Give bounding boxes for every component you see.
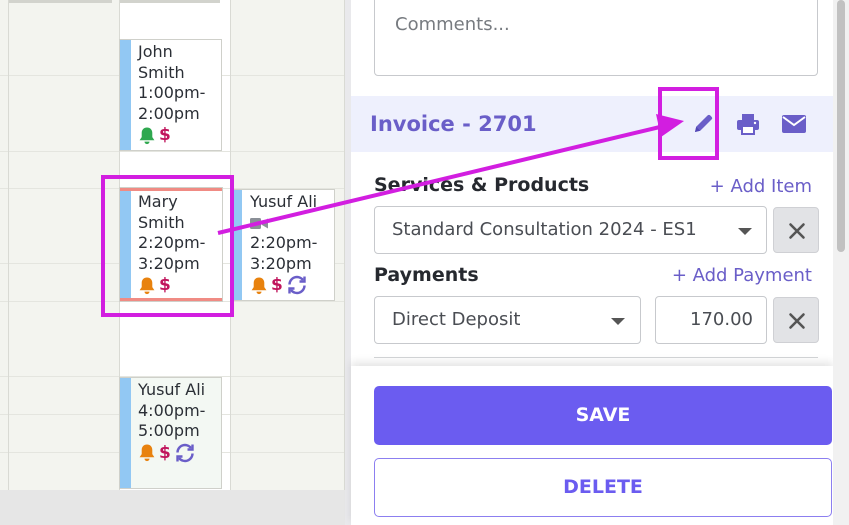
video-icon [250, 217, 268, 229]
close-icon [789, 313, 805, 329]
highlight-box-event [101, 175, 234, 317]
event-start-time: 2:20pm- [250, 233, 318, 252]
appointment-detail-panel: Comments... Invoice - 2701 Services & Pr… [345, 0, 849, 525]
calendar-event-john-smith[interactable]: John Smith 1:00pm- 2:00pm $ [119, 39, 222, 151]
chevron-down-icon [611, 318, 625, 325]
save-button[interactable]: SAVE [374, 386, 832, 445]
payment-method-value: Direct Deposit [392, 309, 521, 330]
event-name-last: Smith [138, 62, 185, 82]
delete-button[interactable]: DELETE [374, 458, 832, 517]
panel-scrollbar[interactable] [833, 0, 849, 525]
calendar-column-divider [8, 0, 9, 525]
screen: John Smith 1:00pm- 2:00pm $ Mary Smith 2… [0, 0, 849, 525]
dollar-icon: $ [159, 125, 171, 145]
remove-payment-button[interactable] [773, 297, 819, 343]
calendar-hour-line [0, 151, 345, 152]
panel-footer: SAVE DELETE [351, 366, 833, 525]
add-item-link[interactable]: + Add Item [710, 176, 812, 197]
calendar-after-hours [0, 490, 345, 525]
event-color-bar [120, 40, 131, 150]
email-icon[interactable] [781, 112, 807, 136]
event-end-time: 2:00pm [138, 103, 200, 123]
bell-orange-icon [251, 277, 267, 294]
calendar-event-yusuf-ali-1[interactable]: Yusuf Ali 2:20pm- 3:20pm $ [232, 189, 335, 301]
payment-amount-value: 170.00 [690, 309, 753, 330]
dollar-icon: $ [271, 275, 283, 295]
event-end-time: 3:20pm [250, 253, 312, 273]
section-divider [374, 357, 818, 358]
payments-title: Payments [374, 264, 479, 286]
remove-service-button[interactable] [773, 207, 819, 253]
highlight-box-edit [658, 87, 719, 160]
calendar-prev-event-edge [120, 0, 220, 3]
calendar-event-yusuf-ali-2[interactable]: Yusuf Ali 4:00pm- 5:00pm $ [119, 377, 222, 489]
service-select[interactable]: Standard Consultation 2024 - ES1 [374, 206, 767, 254]
event-video-row [250, 213, 332, 234]
event-name: Yusuf Ali [138, 380, 206, 399]
event-color-bar [233, 190, 242, 300]
panel-scrollbar-thumb[interactable] [837, 0, 845, 252]
print-icon[interactable] [735, 112, 761, 136]
recurring-icon [288, 275, 306, 295]
event-start-time: 4:00pm- [138, 400, 206, 420]
services-products-title: Services & Products [374, 174, 590, 196]
chevron-down-icon [738, 228, 752, 235]
event-name: Yusuf Ali [250, 192, 318, 211]
close-icon [789, 223, 805, 239]
add-payment-link[interactable]: + Add Payment [672, 265, 812, 286]
recurring-icon [176, 443, 194, 462]
dollar-icon: $ [159, 442, 171, 463]
event-end-time: 5:00pm [138, 421, 200, 440]
bell-orange-icon [139, 444, 155, 462]
event-start-time: 1:00pm- [138, 83, 206, 102]
calendar-prev-event-edge [9, 0, 112, 3]
payment-amount-input[interactable]: 170.00 [655, 296, 767, 344]
invoice-header: Invoice - 2701 [351, 96, 833, 152]
event-color-bar [120, 378, 131, 488]
service-select-value: Standard Consultation 2024 - ES1 [392, 219, 697, 240]
event-name-first: John [138, 42, 173, 61]
comments-placeholder: Comments... [395, 14, 510, 35]
invoice-title: Invoice - 2701 [370, 112, 537, 136]
comments-textarea[interactable]: Comments... [374, 0, 818, 76]
bell-green-icon [139, 127, 155, 144]
payment-method-select[interactable]: Direct Deposit [374, 296, 641, 344]
